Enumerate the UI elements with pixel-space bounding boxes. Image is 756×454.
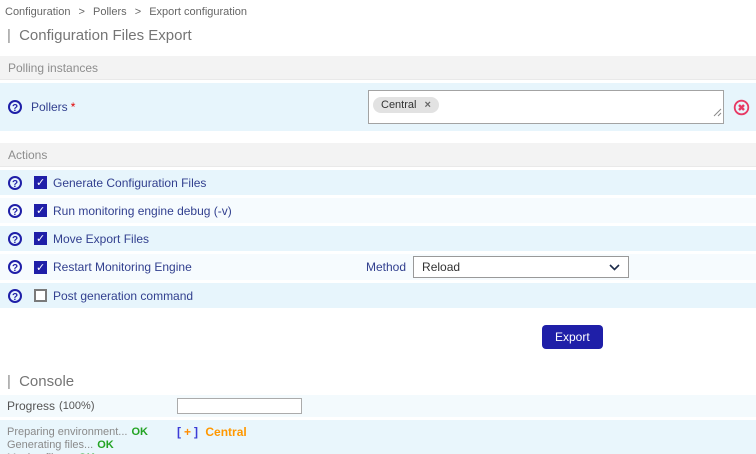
log-text: Generating files...	[7, 439, 93, 451]
progress-bar	[177, 398, 302, 414]
breadcrumb: Configuration > Pollers > Export configu…	[0, 0, 756, 18]
log-status: OK	[131, 426, 148, 438]
log-line: Preparing environment... OK	[7, 426, 177, 439]
action-row-move-files: ? Move Export Files	[0, 226, 756, 251]
action-row-post-command: ? Post generation command	[0, 283, 756, 308]
breadcrumb-separator: >	[79, 6, 85, 18]
console-title-text: Console	[19, 373, 74, 390]
help-icon[interactable]: ?	[8, 176, 22, 190]
resize-handle-icon[interactable]	[712, 104, 722, 122]
help-icon[interactable]: ?	[8, 204, 22, 218]
title-bar: |	[7, 373, 11, 390]
remove-tag-icon[interactable]: ×	[424, 99, 430, 111]
console-title: | Console	[7, 373, 756, 390]
clear-pollers-icon[interactable]	[733, 99, 750, 121]
pollers-label: Pollers	[31, 100, 68, 114]
export-button-area: Export	[0, 308, 756, 370]
post-command-label: Post generation command	[53, 289, 193, 303]
help-icon[interactable]: ?	[8, 260, 22, 274]
console-log: Preparing environment...OK Generating fi…	[0, 420, 177, 454]
log-status: OK	[97, 439, 114, 451]
generate-files-label: Generate Configuration Files	[53, 176, 206, 190]
poller-result-name: Central	[205, 425, 246, 439]
poller-result: [+] Central	[177, 420, 247, 454]
console-output: Preparing environment...OK Generating fi…	[0, 420, 756, 454]
method-select[interactable]: Reload	[413, 256, 629, 278]
action-row-debug: ? Run monitoring engine debug (-v)	[0, 198, 756, 223]
log-text: Preparing environment...	[7, 426, 127, 438]
progress-label: Progress	[7, 399, 55, 413]
pollers-input[interactable]: Central ×	[368, 90, 724, 124]
method-selected-value: Reload	[422, 260, 460, 274]
action-row-generate: ? Generate Configuration Files	[0, 170, 756, 195]
expand-toggle[interactable]: [+]	[177, 425, 201, 439]
action-row-restart: ? Restart Monitoring Engine Method Reloa…	[0, 254, 756, 280]
title-bar: |	[7, 27, 11, 44]
post-command-checkbox[interactable]	[34, 289, 47, 302]
engine-debug-label: Run monitoring engine debug (-v)	[53, 204, 232, 218]
move-files-label: Move Export Files	[53, 232, 149, 246]
breadcrumb-pollers[interactable]: Pollers	[93, 6, 127, 18]
chevron-down-icon	[609, 264, 620, 271]
required-marker: *	[71, 100, 76, 114]
poller-tag-central: Central ×	[373, 97, 439, 113]
generate-files-checkbox[interactable]	[34, 176, 47, 189]
plus-icon: +	[181, 425, 194, 439]
engine-debug-checkbox[interactable]	[34, 204, 47, 217]
log-line: Generating files... OK	[7, 439, 177, 452]
poller-tag-label: Central	[381, 99, 416, 111]
section-header-polling-instances: Polling instances	[0, 56, 756, 80]
section-header-actions: Actions	[0, 143, 756, 167]
page-title: | Configuration Files Export	[7, 27, 756, 44]
help-icon[interactable]: ?	[8, 289, 22, 303]
breadcrumb-export-configuration[interactable]: Export configuration	[149, 6, 247, 18]
breadcrumb-separator: >	[135, 6, 141, 18]
page-title-text: Configuration Files Export	[19, 27, 192, 44]
progress-percent: (100%)	[59, 400, 94, 412]
method-label: Method	[366, 260, 406, 274]
export-button[interactable]: Export	[542, 325, 603, 349]
bracket-close: ]	[194, 425, 198, 439]
restart-engine-label: Restart Monitoring Engine	[53, 260, 192, 274]
help-icon[interactable]: ?	[8, 232, 22, 246]
method-field: Method Reload	[366, 256, 629, 278]
restart-engine-checkbox[interactable]	[34, 261, 47, 274]
move-files-checkbox[interactable]	[34, 232, 47, 245]
breadcrumb-configuration[interactable]: Configuration	[5, 6, 70, 18]
progress-row: Progress (100%)	[0, 395, 756, 417]
help-icon[interactable]: ?	[8, 100, 22, 114]
pollers-row: ? Pollers * Central ×	[0, 83, 756, 131]
export-configuration-page: Configuration > Pollers > Export configu…	[0, 0, 756, 454]
